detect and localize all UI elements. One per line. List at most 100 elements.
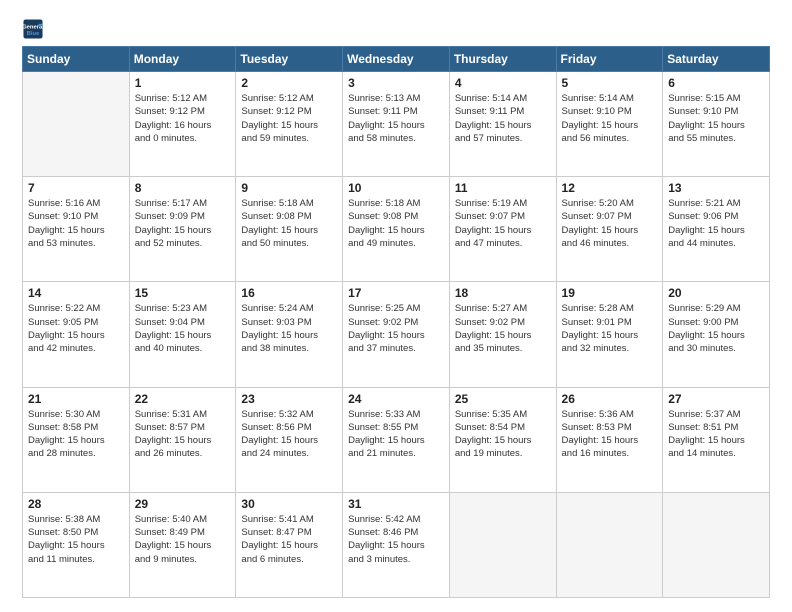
day-info: Sunrise: 5:14 AM Sunset: 9:10 PM Dayligh… <box>562 92 658 145</box>
day-info: Sunrise: 5:19 AM Sunset: 9:07 PM Dayligh… <box>455 197 551 250</box>
day-info: Sunrise: 5:15 AM Sunset: 9:10 PM Dayligh… <box>668 92 764 145</box>
calendar-week-row: 1 Sunrise: 5:12 AM Sunset: 9:12 PM Daylig… <box>23 72 770 177</box>
day-info: Sunrise: 5:18 AM Sunset: 9:08 PM Dayligh… <box>241 197 337 250</box>
svg-text:Blue: Blue <box>27 31 40 37</box>
calendar-cell <box>23 72 130 177</box>
calendar-cell <box>449 492 556 597</box>
day-number: 12 <box>562 181 658 195</box>
day-info: Sunrise: 5:27 AM Sunset: 9:02 PM Dayligh… <box>455 302 551 355</box>
day-info: Sunrise: 5:42 AM Sunset: 8:46 PM Dayligh… <box>348 513 444 566</box>
header: General Blue <box>22 18 770 40</box>
day-info: Sunrise: 5:21 AM Sunset: 9:06 PM Dayligh… <box>668 197 764 250</box>
day-info: Sunrise: 5:17 AM Sunset: 9:09 PM Dayligh… <box>135 197 231 250</box>
calendar-cell: 5Sunrise: 5:14 AM Sunset: 9:10 PM Daylig… <box>556 72 663 177</box>
calendar-cell: 13 Sunrise: 5:21 AM Sunset: 9:06 PM Dayli… <box>663 177 770 282</box>
col-monday: Monday <box>129 47 236 72</box>
day-number: 31 <box>348 497 444 511</box>
day-number: 11 <box>455 181 551 195</box>
calendar-cell: 2Sunrise: 5:12 AM Sunset: 9:12 PM Daylig… <box>236 72 343 177</box>
calendar-cell <box>663 492 770 597</box>
day-number: 20 <box>668 286 764 300</box>
calendar-cell: 10 Sunrise: 5:18 AM Sunset: 9:08 PM Dayli… <box>343 177 450 282</box>
calendar-cell: 1 Sunrise: 5:12 AM Sunset: 9:12 PM Daylig… <box>129 72 236 177</box>
col-saturday: Saturday <box>663 47 770 72</box>
calendar-cell: 12Sunrise: 5:20 AM Sunset: 9:07 PM Dayli… <box>556 177 663 282</box>
calendar-cell: 17 Sunrise: 5:25 AM Sunset: 9:02 PM Dayli… <box>343 282 450 387</box>
day-info: Sunrise: 5:28 AM Sunset: 9:01 PM Dayligh… <box>562 302 658 355</box>
page: General Blue Sunday Monday Tuesday Wedne… <box>0 0 792 612</box>
day-number: 18 <box>455 286 551 300</box>
calendar-cell: 8 Sunrise: 5:17 AM Sunset: 9:09 PM Daylig… <box>129 177 236 282</box>
day-info: Sunrise: 5:40 AM Sunset: 8:49 PM Dayligh… <box>135 513 231 566</box>
calendar-week-row: 21 Sunrise: 5:30 AM Sunset: 8:58 PM Dayli… <box>23 387 770 492</box>
day-info: Sunrise: 5:18 AM Sunset: 9:08 PM Dayligh… <box>348 197 444 250</box>
day-number: 13 <box>668 181 764 195</box>
col-tuesday: Tuesday <box>236 47 343 72</box>
day-number: 17 <box>348 286 444 300</box>
col-sunday: Sunday <box>23 47 130 72</box>
calendar-cell: 31 Sunrise: 5:42 AM Sunset: 8:46 PM Dayli… <box>343 492 450 597</box>
logo-icon: General Blue <box>22 18 44 40</box>
day-number: 28 <box>28 497 124 511</box>
calendar-cell: 26Sunrise: 5:36 AM Sunset: 8:53 PM Dayli… <box>556 387 663 492</box>
day-info: Sunrise: 5:38 AM Sunset: 8:50 PM Dayligh… <box>28 513 124 566</box>
day-info: Sunrise: 5:13 AM Sunset: 9:11 PM Dayligh… <box>348 92 444 145</box>
calendar-cell: 27Sunrise: 5:37 AM Sunset: 8:51 PM Dayli… <box>663 387 770 492</box>
calendar-cell <box>556 492 663 597</box>
day-number: 21 <box>28 392 124 406</box>
calendar-cell: 9 Sunrise: 5:18 AM Sunset: 9:08 PM Daylig… <box>236 177 343 282</box>
day-number: 9 <box>241 181 337 195</box>
day-number: 25 <box>455 392 551 406</box>
calendar-cell: 21 Sunrise: 5:30 AM Sunset: 8:58 PM Dayli… <box>23 387 130 492</box>
day-info: Sunrise: 5:30 AM Sunset: 8:58 PM Dayligh… <box>28 408 124 461</box>
day-info: Sunrise: 5:31 AM Sunset: 8:57 PM Dayligh… <box>135 408 231 461</box>
day-info: Sunrise: 5:41 AM Sunset: 8:47 PM Dayligh… <box>241 513 337 566</box>
calendar-cell: 14 Sunrise: 5:22 AM Sunset: 9:05 PM Dayli… <box>23 282 130 387</box>
day-info: Sunrise: 5:35 AM Sunset: 8:54 PM Dayligh… <box>455 408 551 461</box>
day-info: Sunrise: 5:29 AM Sunset: 9:00 PM Dayligh… <box>668 302 764 355</box>
day-number: 29 <box>135 497 231 511</box>
calendar-cell: 19Sunrise: 5:28 AM Sunset: 9:01 PM Dayli… <box>556 282 663 387</box>
day-info: Sunrise: 5:22 AM Sunset: 9:05 PM Dayligh… <box>28 302 124 355</box>
calendar-cell: 4 Sunrise: 5:14 AM Sunset: 9:11 PM Daylig… <box>449 72 556 177</box>
calendar-cell: 20 Sunrise: 5:29 AM Sunset: 9:00 PM Dayli… <box>663 282 770 387</box>
day-info: Sunrise: 5:32 AM Sunset: 8:56 PM Dayligh… <box>241 408 337 461</box>
day-info: Sunrise: 5:12 AM Sunset: 9:12 PM Dayligh… <box>135 92 231 145</box>
day-number: 23 <box>241 392 337 406</box>
day-info: Sunrise: 5:37 AM Sunset: 8:51 PM Dayligh… <box>668 408 764 461</box>
calendar-week-row: 14 Sunrise: 5:22 AM Sunset: 9:05 PM Dayli… <box>23 282 770 387</box>
calendar-cell: 28 Sunrise: 5:38 AM Sunset: 8:50 PM Dayli… <box>23 492 130 597</box>
calendar-week-row: 28 Sunrise: 5:38 AM Sunset: 8:50 PM Dayli… <box>23 492 770 597</box>
day-number: 2 <box>241 76 337 90</box>
day-info: Sunrise: 5:16 AM Sunset: 9:10 PM Dayligh… <box>28 197 124 250</box>
day-number: 26 <box>562 392 658 406</box>
calendar-cell: 15 Sunrise: 5:23 AM Sunset: 9:04 PM Dayli… <box>129 282 236 387</box>
day-info: Sunrise: 5:24 AM Sunset: 9:03 PM Dayligh… <box>241 302 337 355</box>
calendar-cell: 22 Sunrise: 5:31 AM Sunset: 8:57 PM Dayli… <box>129 387 236 492</box>
day-number: 1 <box>135 76 231 90</box>
day-number: 16 <box>241 286 337 300</box>
calendar-cell: 18 Sunrise: 5:27 AM Sunset: 9:02 PM Dayli… <box>449 282 556 387</box>
day-info: Sunrise: 5:25 AM Sunset: 9:02 PM Dayligh… <box>348 302 444 355</box>
calendar-cell: 30Sunrise: 5:41 AM Sunset: 8:47 PM Dayli… <box>236 492 343 597</box>
day-number: 15 <box>135 286 231 300</box>
day-info: Sunrise: 5:14 AM Sunset: 9:11 PM Dayligh… <box>455 92 551 145</box>
calendar-cell: 25 Sunrise: 5:35 AM Sunset: 8:54 PM Dayli… <box>449 387 556 492</box>
day-info: Sunrise: 5:23 AM Sunset: 9:04 PM Dayligh… <box>135 302 231 355</box>
calendar-table: Sunday Monday Tuesday Wednesday Thursday… <box>22 46 770 598</box>
day-number: 10 <box>348 181 444 195</box>
calendar-week-row: 7Sunrise: 5:16 AM Sunset: 9:10 PM Daylig… <box>23 177 770 282</box>
day-number: 4 <box>455 76 551 90</box>
day-number: 6 <box>668 76 764 90</box>
calendar-cell: 6 Sunrise: 5:15 AM Sunset: 9:10 PM Daylig… <box>663 72 770 177</box>
day-number: 22 <box>135 392 231 406</box>
calendar-cell: 24Sunrise: 5:33 AM Sunset: 8:55 PM Dayli… <box>343 387 450 492</box>
calendar-cell: 16 Sunrise: 5:24 AM Sunset: 9:03 PM Dayli… <box>236 282 343 387</box>
day-number: 14 <box>28 286 124 300</box>
calendar-cell: 23 Sunrise: 5:32 AM Sunset: 8:56 PM Dayli… <box>236 387 343 492</box>
day-number: 8 <box>135 181 231 195</box>
day-number: 3 <box>348 76 444 90</box>
col-wednesday: Wednesday <box>343 47 450 72</box>
calendar-cell: 11 Sunrise: 5:19 AM Sunset: 9:07 PM Dayli… <box>449 177 556 282</box>
calendar-cell: 3 Sunrise: 5:13 AM Sunset: 9:11 PM Daylig… <box>343 72 450 177</box>
